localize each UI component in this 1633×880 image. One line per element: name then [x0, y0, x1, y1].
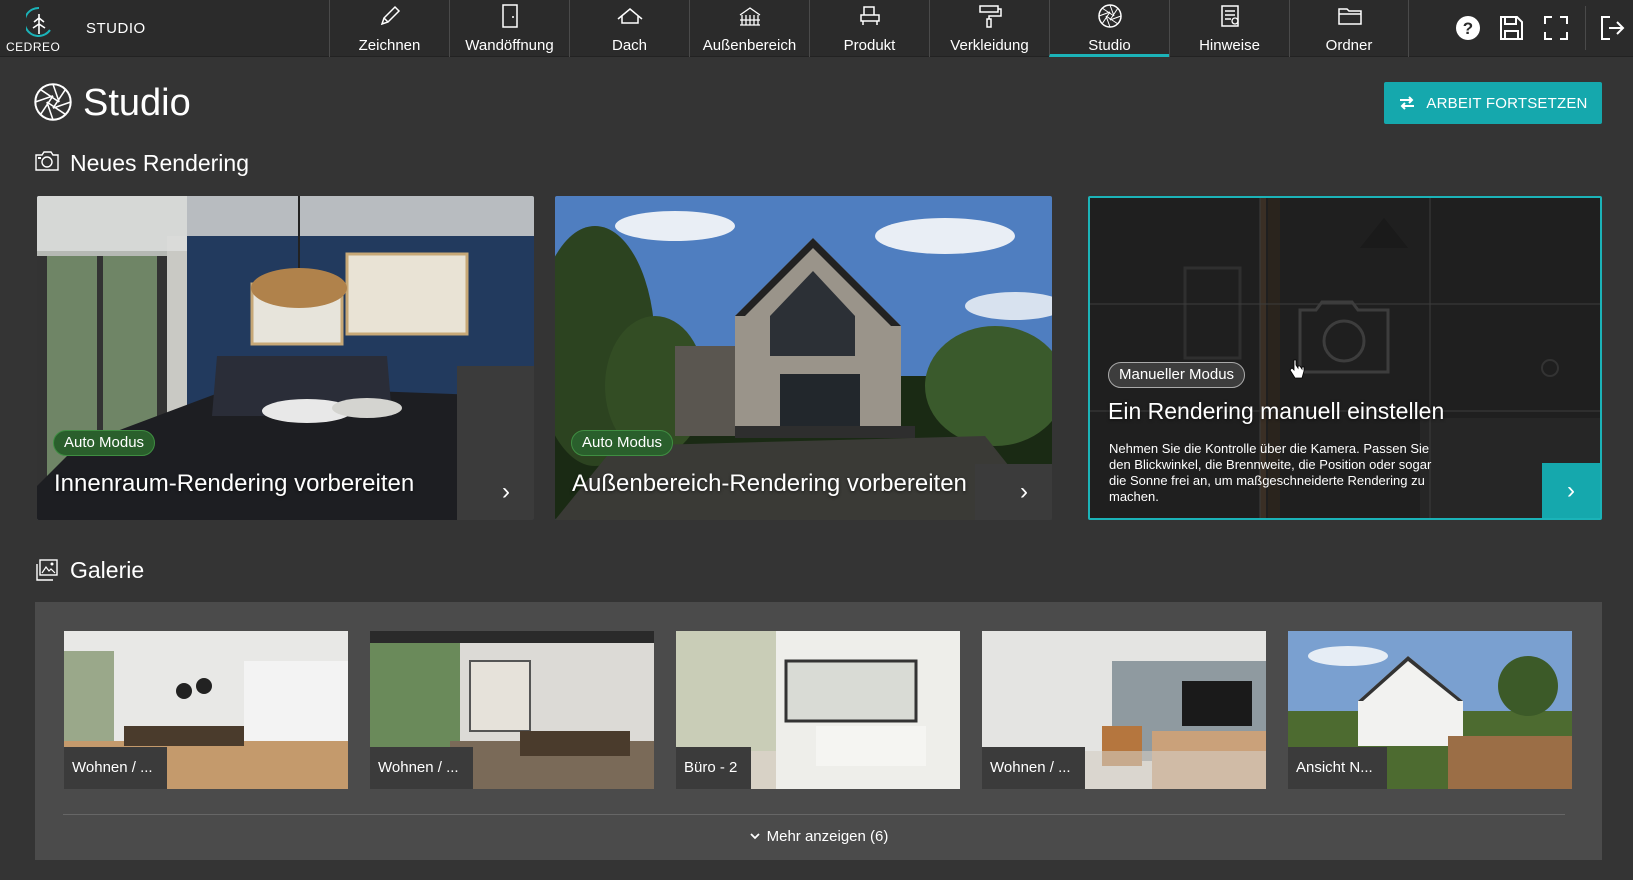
gallery-divider [63, 814, 1565, 815]
show-more-label: Mehr anzeigen (6) [766, 828, 889, 845]
nav-item-ordner[interactable]: Ordner [1289, 0, 1409, 57]
gallery-item-label: Ansicht N... [1288, 747, 1387, 789]
hand-cursor-icon [1289, 359, 1305, 379]
card-title: Innenraum-Rendering vorbereiten [54, 470, 415, 497]
nav-item-studio[interactable]: Studio [1049, 0, 1169, 57]
section-title-gallery: Galerie [70, 557, 145, 583]
auto-mode-badge: Auto Modus [53, 430, 156, 456]
nav-item-aussenbereich[interactable]: Außenbereich [689, 0, 809, 57]
continue-work-label: ARBEIT FORTSETZEN [1426, 94, 1588, 112]
cedreo-logo[interactable]: CEDREO [6, 4, 66, 54]
logo-text: CEDREO [6, 40, 61, 54]
gallery-item-label: Wohnen / ... [64, 747, 167, 789]
nav-label: Zeichnen [358, 37, 421, 54]
card-manual-rendering[interactable]: Manueller Modus Ein Rendering manuell ei… [1088, 196, 1602, 520]
nav-label: Hinweise [1199, 37, 1260, 54]
gallery-item[interactable]: Wohnen / ... [370, 631, 654, 789]
gallery-item[interactable]: Büro - 2 [676, 631, 960, 789]
gallery-panel: Wohnen / ... Wohnen / ... Büro - 2 Wohne… [35, 602, 1602, 860]
nav-item-verkleidung[interactable]: Verkleidung [929, 0, 1049, 57]
gallery-icon [36, 559, 58, 581]
nav-label: Produkt [843, 37, 896, 54]
card-title: Außenbereich-Rendering vorbereiten [572, 470, 967, 497]
card-description: Nehmen Sie die Kontrolle über die Kamera… [1109, 441, 1432, 504]
page-title: Studio [83, 82, 191, 124]
chevron-down-icon [749, 828, 761, 845]
gallery-item[interactable]: Ansicht N... [1288, 631, 1572, 789]
app-name: STUDIO [86, 20, 146, 37]
nav-item-zeichnen[interactable]: Zeichnen [329, 0, 449, 57]
cedreo-logo-icon [26, 6, 51, 37]
nav-label: Wandöffnung [465, 37, 554, 54]
nav-item-dach[interactable]: Dach [569, 0, 689, 57]
gallery-item-label: Büro - 2 [676, 747, 752, 789]
nav-label: Verkleidung [950, 37, 1029, 54]
camera-aperture-icon [34, 83, 72, 121]
camera-icon [35, 151, 59, 171]
chevron-right-icon[interactable]: › [996, 464, 1052, 520]
nav-label: Studio [1088, 37, 1131, 54]
continue-work-button[interactable]: ARBEIT FORTSETZEN [1384, 82, 1602, 124]
paint-roller-icon [979, 5, 1002, 28]
chevron-right-icon[interactable]: › [1542, 463, 1600, 518]
toolbar-divider [1585, 6, 1586, 50]
nav-item-produkt[interactable]: Produkt [809, 0, 929, 57]
gallery-item-label: Wohnen / ... [370, 747, 473, 789]
swap-arrows-icon [1400, 96, 1415, 110]
top-bar: CEDREO STUDIO Zeichnen Wandöffnung Dach … [0, 0, 1633, 57]
nav-label: Außenbereich [702, 37, 797, 54]
exit-icon[interactable] [1597, 13, 1627, 43]
gallery-item[interactable]: Wohnen / ... [982, 631, 1266, 789]
fullscreen-icon[interactable] [1541, 13, 1571, 43]
pencil-icon [380, 5, 401, 26]
show-more-button[interactable]: Mehr anzeigen (6) [35, 828, 1602, 845]
nav-item-hinweise[interactable]: Hinweise [1169, 0, 1289, 57]
terrace-icon [739, 7, 761, 26]
gallery-item-label: Wohnen / ... [982, 747, 1085, 789]
nav-item-wandoeffnung[interactable]: Wandöffnung [449, 0, 569, 57]
card-exterior-rendering[interactable]: Auto Modus Außenbereich-Rendering vorber… [555, 196, 1052, 520]
section-title-new-rendering: Neues Rendering [70, 150, 250, 176]
help-icon[interactable]: ? [1453, 13, 1483, 43]
chevron-right-icon[interactable]: › [478, 464, 534, 520]
svg-text:?: ? [1463, 19, 1473, 38]
main-nav: Zeichnen Wandöffnung Dach Außenbereich P… [329, 0, 1409, 57]
nav-label: Ordner [1325, 37, 1373, 54]
save-icon[interactable] [1496, 13, 1526, 43]
camera-aperture-icon [1098, 4, 1122, 28]
annotation-icon [1221, 5, 1239, 27]
gallery-item[interactable]: Wohnen / ... [64, 631, 348, 789]
manual-mode-badge: Manueller Modus [1108, 362, 1246, 388]
folder-icon [1338, 8, 1362, 25]
door-icon [502, 4, 518, 28]
card-title: Ein Rendering manuell einstellen [1108, 398, 1445, 424]
nav-label: Dach [611, 37, 648, 54]
auto-mode-badge: Auto Modus [571, 430, 674, 456]
armchair-icon [860, 6, 880, 25]
roof-icon [617, 8, 643, 24]
card-interior-rendering[interactable]: Auto Modus Innenraum-Rendering vorbereit… [37, 196, 534, 520]
